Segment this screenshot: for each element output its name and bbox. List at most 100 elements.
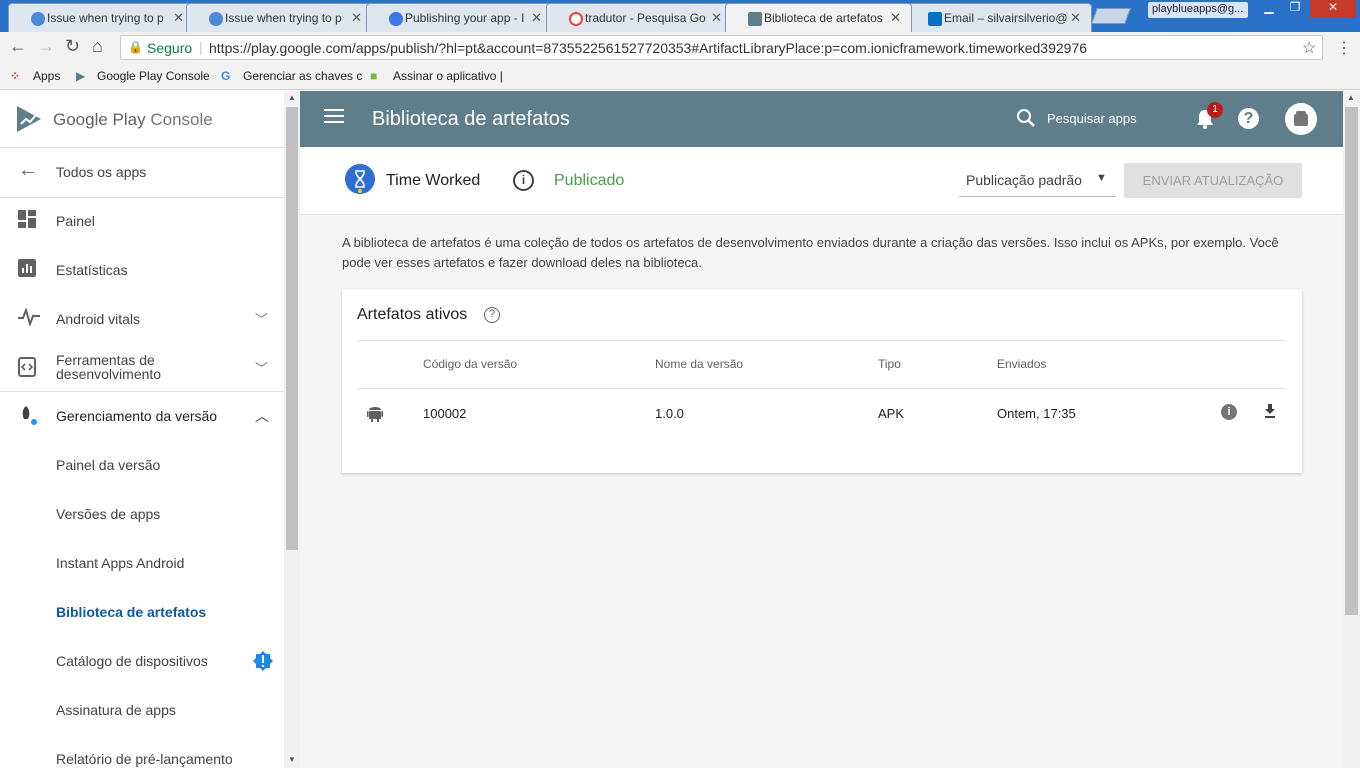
chevron-up-icon[interactable]: ︿ [255,406,269,426]
dev-tools-icon [18,357,38,377]
browser-tab-bar: Issue when trying to p ✕ Issue when tryi… [0,0,1360,32]
sidebar-subitem-biblioteca-artefatos[interactable]: Biblioteca de artefatos [0,588,284,637]
brand-title: Google Play Console [53,110,213,130]
hamburger-menu-icon[interactable] [324,108,344,129]
sidebar-item-ferramentas[interactable]: Ferramentas de desenvolvimento ﹀ [0,344,284,392]
tab-title: Biblioteca de artefatos [764,11,883,25]
sidebar: Google Play Console ← Todos os apps Pain… [0,91,284,768]
sidebar-item-gerenciamento-versao[interactable]: Gerenciamento da versão ︿ [0,392,284,441]
cell-version-code: 100002 [423,406,467,421]
info-icon[interactable]: i [513,170,534,191]
back-icon[interactable]: ← [9,36,27,57]
column-header-uploaded: Enviados [997,357,1047,371]
menu-dots-icon[interactable]: ⋮ [1336,38,1352,58]
tab-title: tradutor - Pesquisa Go [585,11,706,25]
search-icon[interactable] [1016,108,1036,133]
browser-toolbar: ← → ↻ ⌂ 🔒 Seguro | https://play.google.c… [0,32,1360,62]
browser-tab[interactable]: Email – silvairsilverio@ ✕ [905,3,1092,32]
sidebar-item-label: Painel [56,213,95,229]
close-icon[interactable]: ✕ [711,10,722,26]
close-icon[interactable]: ✕ [173,10,184,26]
main-scroll-thumb[interactable] [1345,107,1358,615]
help-icon[interactable]: ? [1238,108,1259,129]
tab-title: Email – silvairsilverio@ [944,11,1068,25]
new-tab-button[interactable] [1091,8,1131,24]
profile-button[interactable]: playblueapps@g... [1148,2,1248,18]
play-console-icon: ▶ [76,69,86,83]
home-icon[interactable]: ⌂ [92,36,103,57]
address-bar[interactable]: 🔒 Seguro | https://play.google.com/apps/… [120,35,1323,60]
main-scrollbar[interactable]: ▲ [1343,91,1360,768]
sidebar-item-painel[interactable]: Painel [0,197,284,246]
rocket-icon [18,405,38,425]
sidebar-item-estatisticas[interactable]: Estatísticas [0,246,284,295]
sidebar-subitem-painel-versao[interactable]: Painel da versão [0,441,284,490]
sidebar-subitem-instant-apps[interactable]: Instant Apps Android [0,539,284,588]
sidebar-subitem-relatorio-pre-lancamento[interactable]: Relatório de pré-lançamento [0,735,284,768]
sidebar-item-label: Relatório de pré-lançamento [56,751,233,767]
sidebar-item-android-vitals[interactable]: Android vitals ﹀ [0,295,284,344]
sidebar-item-label: Painel da versão [56,457,161,473]
lock-icon: 🔒 [128,40,143,54]
sidebar-scrollbar[interactable]: ▲ ▼ [284,91,300,768]
sidebar-item-todos-os-apps[interactable]: ← Todos os apps [0,148,284,197]
brand-console: Console [150,110,213,129]
url-text[interactable]: https://play.google.com/apps/publish/?hl… [209,40,1087,56]
reload-icon[interactable]: ↻ [65,36,80,57]
close-window-button[interactable]: ✕ [1310,0,1356,18]
sidebar-item-label: Android vitals [56,311,141,327]
page-title: Biblioteca de artefatos [372,108,570,130]
download-icon[interactable] [1264,404,1276,423]
publication-select[interactable]: Publicação padrão ▼ [959,164,1116,197]
account-avatar[interactable] [1285,103,1317,135]
scroll-down-arrow-icon[interactable]: ▼ [288,755,296,764]
search-apps-button[interactable]: Pesquisar apps [1047,111,1137,126]
dropdown-arrow-icon: ▼ [1096,172,1107,184]
scroll-up-arrow-icon[interactable]: ▲ [1347,93,1355,102]
chrome-icon [209,12,223,26]
browser-tab[interactable]: tradutor - Pesquisa Go ✕ [546,3,733,32]
close-icon[interactable]: ✕ [531,10,542,26]
sidebar-item-label: Todos os apps [56,164,147,180]
browser-tab[interactable]: Publishing your app - I ✕ [366,3,553,32]
submit-update-button[interactable]: ENVIAR ATUALIZAÇÃO [1124,163,1302,198]
browser-tab[interactable]: Issue when trying to p ✕ [186,3,373,32]
close-icon[interactable]: ✕ [1070,10,1081,26]
scroll-up-arrow-icon[interactable]: ▲ [288,93,296,102]
help-circle-icon[interactable]: ? [484,307,500,323]
bookmark-assinar-app[interactable]: Assinar o aplicativo | [393,69,503,83]
browser-tab[interactable]: Issue when trying to p ✕ [8,3,195,32]
close-icon[interactable]: ✕ [351,10,362,26]
sidebar-item-label: Instant Apps Android [56,555,185,571]
info-icon[interactable]: i [1221,404,1237,420]
statistics-icon [18,259,38,279]
apps-grid-icon: ⁘ [10,69,21,83]
sidebar-scroll-thumb[interactable] [286,107,298,550]
maximize-button[interactable]: ❐ [1282,0,1308,18]
app-name: Time Worked [386,172,481,189]
chevron-down-icon[interactable]: ﹀ [255,358,268,377]
brand-google-play: Google Play [53,110,146,129]
forward-icon[interactable]: → [37,36,55,57]
chevron-down-icon[interactable]: ﹀ [255,309,268,328]
status-published: Publicado [554,172,625,189]
bookmark-gerenciar-chaves[interactable]: Gerenciar as chaves c [243,69,362,83]
star-icon[interactable]: ☆ [1302,38,1316,58]
column-header-version-code: Código da versão [423,357,518,371]
sidebar-item-label: Versões de apps [56,506,161,522]
minimize-button[interactable]: ▁ [1256,0,1282,18]
bookmark-play-console[interactable]: Google Play Console [97,69,210,83]
arrow-back-icon: ← [18,159,38,181]
android-icon [367,404,383,427]
browser-tab-active[interactable]: Biblioteca de artefatos ✕ [725,3,912,32]
alert-badge-icon [253,651,273,671]
outlook-icon [928,12,942,26]
close-icon[interactable]: ✕ [890,10,901,26]
bookmark-apps[interactable]: Apps [33,69,60,83]
divider [357,340,1286,341]
sidebar-subitem-versoes-apps[interactable]: Versões de apps [0,490,284,539]
main-content: A biblioteca de artefatos é uma coleção … [300,215,1343,768]
sidebar-subitem-assinatura-apps[interactable]: Assinatura de apps [0,686,284,735]
notification-badge: 1 [1207,102,1223,118]
sidebar-subitem-catalogo-dispositivos[interactable]: Catálogo de dispositivos [0,637,284,686]
